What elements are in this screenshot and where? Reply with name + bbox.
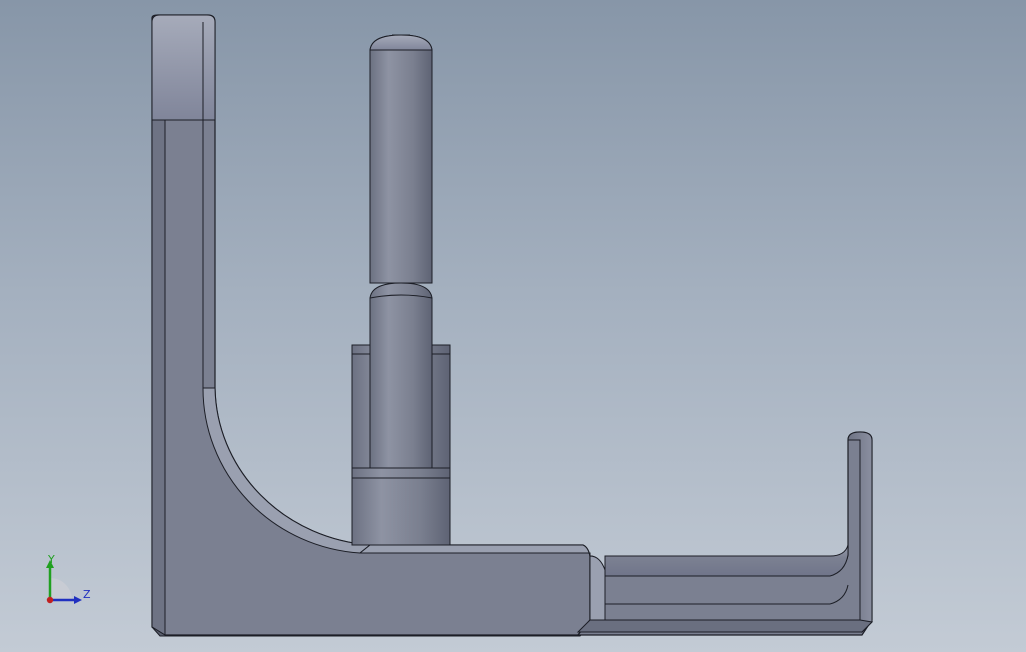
pin-upper-cap — [369, 34, 433, 51]
z-axis-label: Z — [83, 588, 91, 601]
tray-floor — [604, 544, 849, 577]
graphics-viewport[interactable]: Y Z — [0, 0, 1026, 652]
triad-axes-icon — [46, 560, 82, 604]
tray-body[interactable] — [576, 431, 873, 636]
part-model[interactable] — [0, 0, 1026, 652]
pin-lower[interactable] — [369, 282, 433, 469]
coordinate-triad: Y Z — [38, 552, 98, 612]
tray-front-lip — [589, 555, 606, 621]
arm-top-cap — [151, 14, 216, 121]
y-axis-label: Y — [48, 553, 55, 566]
pin-upper[interactable] — [369, 34, 433, 284]
